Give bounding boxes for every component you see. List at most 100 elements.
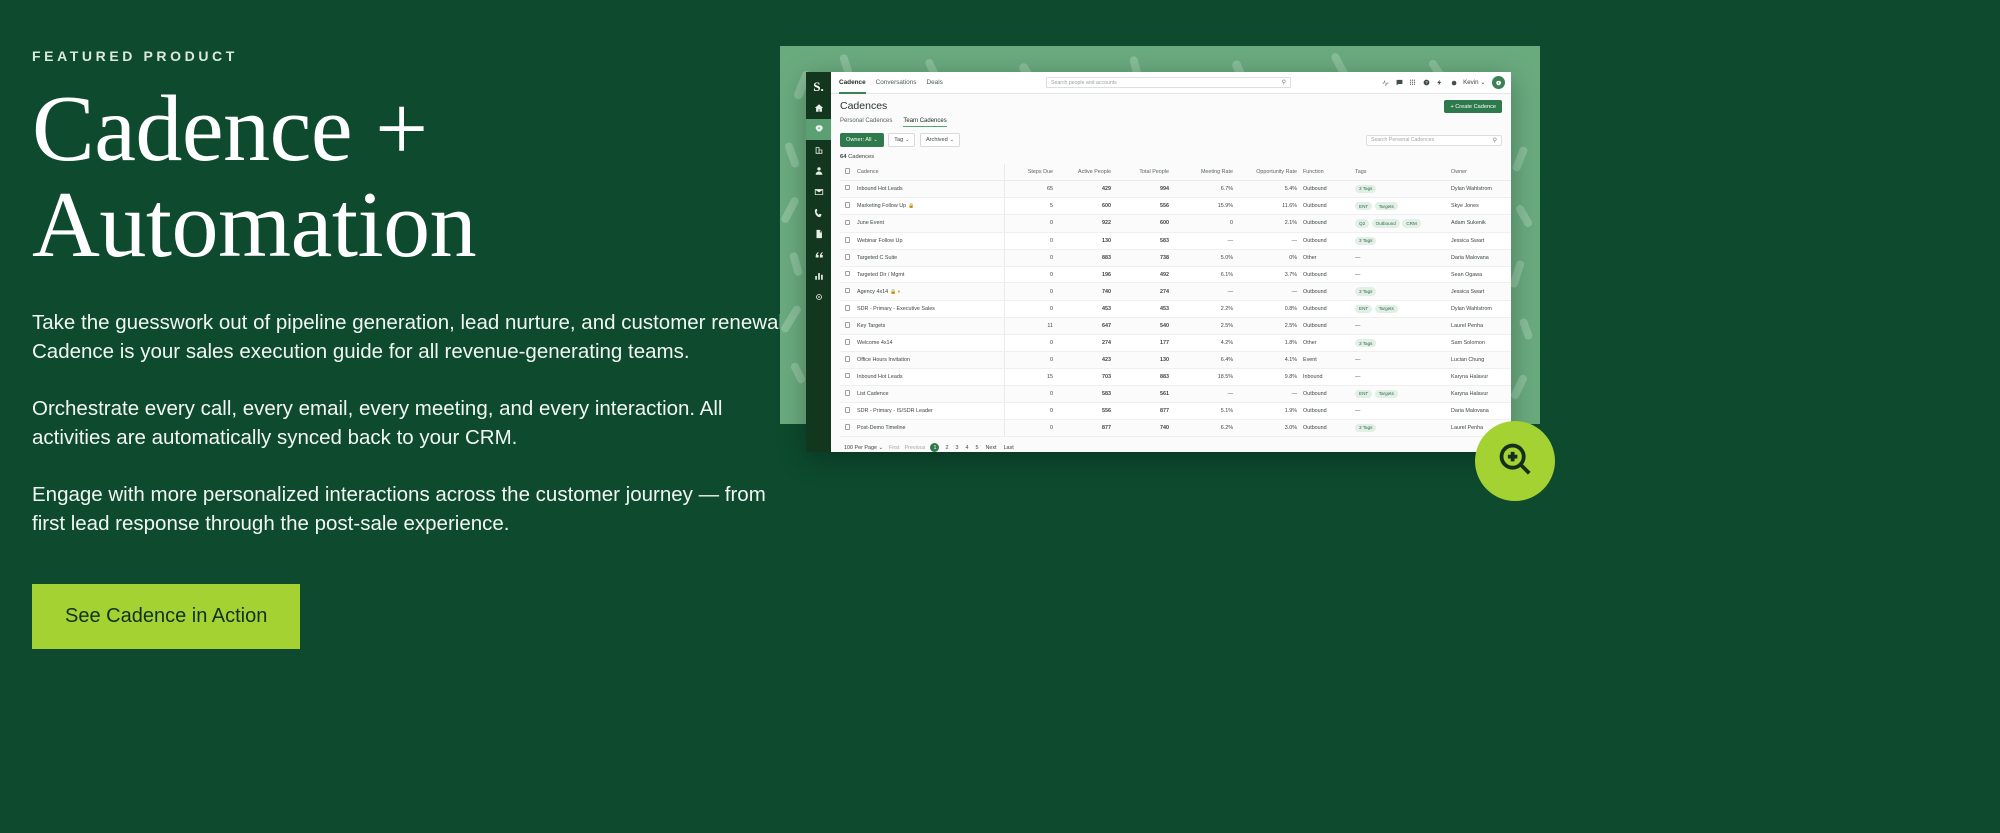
sidebar-item-templates[interactable] bbox=[806, 224, 831, 245]
header-select-all[interactable] bbox=[840, 164, 854, 181]
checkbox-icon[interactable] bbox=[844, 184, 851, 191]
cell-cadence-name[interactable]: Targeted Dir / Mgmt bbox=[854, 266, 1004, 284]
per-page-select[interactable]: 100 Per Page ⌄ bbox=[843, 445, 884, 451]
cell-cadence-name[interactable]: Inbound Hot Leads bbox=[854, 180, 1004, 198]
checkbox-icon[interactable] bbox=[844, 407, 851, 413]
cell-cadence-name[interactable]: Marketing Follow Up 🔒 bbox=[854, 197, 1004, 216]
zoom-badge-button[interactable] bbox=[1475, 421, 1555, 501]
header-opportunity-rate[interactable]: Opportunity Rate bbox=[1236, 164, 1300, 181]
settings-icon[interactable] bbox=[1450, 79, 1457, 86]
table-row[interactable]: Inbound Hot Leads 15 703 883 18.5% 9.8% Inboun… bbox=[840, 368, 1511, 386]
filter-tag[interactable]: Tag ⌄ bbox=[888, 133, 916, 147]
cell-cadence-name[interactable]: SDR - Primary - IS/SDR Leader bbox=[854, 402, 1004, 420]
tag-badge[interactable]: Targets bbox=[1374, 389, 1398, 398]
row-checkbox-cell[interactable] bbox=[840, 197, 854, 216]
user-menu[interactable]: Kevin ⌄ bbox=[1463, 79, 1485, 86]
tag-badge[interactable]: Targets bbox=[1374, 304, 1398, 314]
tag-badge[interactable]: Q2 bbox=[1355, 219, 1370, 228]
table-row[interactable]: Marketing Follow Up 🔒 5 600 556 15.9% 11.6% Out… bbox=[840, 197, 1511, 216]
tag-badge[interactable]: 3 Tags bbox=[1355, 184, 1377, 193]
header-cadence[interactable]: Cadence bbox=[854, 164, 1004, 181]
cell-cadence-name[interactable]: Targeted C Suite bbox=[854, 249, 1004, 267]
checkbox-icon[interactable] bbox=[844, 287, 851, 294]
sidebar-item-cadence[interactable] bbox=[806, 119, 831, 140]
cell-cadence-name[interactable]: List Cadence bbox=[854, 385, 1004, 403]
avatar[interactable] bbox=[1492, 76, 1505, 89]
table-row[interactable]: Post-Demo Timeline 0 877 740 6.2% 3.0% Outboun… bbox=[840, 419, 1511, 438]
table-row[interactable]: Targeted Dir / Mgmt 0 196 492 6.1% 3.7% Outbou… bbox=[840, 266, 1511, 284]
row-checkbox-cell[interactable] bbox=[840, 351, 854, 369]
row-checkbox-cell[interactable] bbox=[840, 249, 854, 267]
tag-badge[interactable]: ENT bbox=[1355, 389, 1373, 398]
row-checkbox-cell[interactable] bbox=[840, 300, 854, 319]
table-row[interactable]: Inbound Hot Leads 65 429 994 6.7% 5.4% Outboun… bbox=[840, 180, 1511, 198]
table-row[interactable]: Targeted C Suite 0 883 738 5.0% 0% Other — Daria… bbox=[840, 249, 1511, 267]
sidebar-item-home[interactable] bbox=[806, 98, 831, 119]
cell-cadence-name[interactable]: June Event bbox=[854, 214, 1004, 233]
pagination-first[interactable]: First bbox=[889, 445, 899, 451]
cell-cadence-name[interactable]: SDR - Primary - Executive Sales bbox=[854, 300, 1004, 319]
table-row[interactable]: June Event 0 922 600 0 2.1% Outbound Q2 Outbound… bbox=[840, 214, 1511, 233]
table-row[interactable]: Key Targets 11 647 540 2.5% 2.5% Outbound — Laur… bbox=[840, 317, 1511, 335]
checkbox-icon[interactable] bbox=[844, 372, 851, 379]
cell-cadence-name[interactable]: Inbound Hot Leads bbox=[854, 368, 1004, 386]
cell-cadence-name[interactable]: Post-Demo Timeline bbox=[854, 419, 1004, 438]
tab-cadence[interactable]: Cadence bbox=[839, 72, 866, 94]
header-meeting-rate[interactable]: Meeting Rate bbox=[1172, 164, 1236, 181]
global-search-input[interactable]: Search people and accounts ⚲ bbox=[1046, 77, 1291, 88]
help-icon[interactable]: ? bbox=[1423, 79, 1430, 86]
row-checkbox-cell[interactable] bbox=[840, 232, 854, 251]
checkbox-icon[interactable] bbox=[844, 390, 851, 396]
checkbox-icon[interactable] bbox=[844, 219, 851, 226]
row-checkbox-cell[interactable] bbox=[840, 317, 854, 335]
sidebar-item-email[interactable] bbox=[806, 182, 831, 203]
checkbox-icon[interactable] bbox=[844, 168, 851, 174]
pagination-page-3[interactable]: 3 bbox=[954, 445, 959, 451]
table-row[interactable]: Agency 4x14 🔒● 0 740 274— — Outbound 3 Tags Jess… bbox=[840, 282, 1511, 301]
sidebar-item-targets[interactable] bbox=[806, 287, 831, 308]
see-cadence-in-action-button[interactable]: See Cadence in Action bbox=[32, 584, 301, 650]
row-checkbox-cell[interactable] bbox=[840, 214, 854, 233]
cell-cadence-name[interactable]: Key Targets bbox=[854, 317, 1004, 335]
pagination-next[interactable]: Next bbox=[984, 445, 997, 451]
tag-badge[interactable]: ENT bbox=[1355, 304, 1373, 314]
sidebar-item-snippets[interactable] bbox=[806, 245, 831, 266]
row-checkbox-cell[interactable] bbox=[840, 385, 854, 403]
row-checkbox-cell[interactable] bbox=[840, 180, 854, 198]
sidebar-item-reports[interactable] bbox=[806, 266, 831, 287]
pagination-page-4[interactable]: 4 bbox=[964, 445, 969, 451]
tab-deals[interactable]: Deals bbox=[927, 72, 943, 94]
dialer-icon[interactable] bbox=[1409, 79, 1416, 86]
checkbox-icon[interactable] bbox=[844, 237, 851, 243]
tag-badge[interactable]: 3 Tags bbox=[1355, 338, 1377, 348]
subtab-personal-cadences[interactable]: Personal Cadences bbox=[840, 118, 892, 127]
tag-badge[interactable]: 3 Tags bbox=[1355, 236, 1377, 245]
lightning-icon[interactable] bbox=[1436, 79, 1443, 86]
tag-badge[interactable]: 3 Tags bbox=[1355, 287, 1377, 296]
table-row[interactable]: SDR - Primary - IS/SDR Leader 0 556 877 5.1%… bbox=[840, 402, 1511, 420]
tag-badge[interactable]: Targets bbox=[1374, 201, 1398, 211]
table-row[interactable]: Office Hours Invitation 0 423 130 6.4% 4.1% Ev… bbox=[840, 351, 1511, 369]
tag-badge[interactable]: Outbound bbox=[1371, 219, 1400, 228]
header-steps-due[interactable]: Steps Due bbox=[1003, 164, 1056, 181]
checkbox-icon[interactable] bbox=[844, 339, 851, 345]
cell-cadence-name[interactable]: Office Hours Invitation bbox=[854, 351, 1004, 369]
pagination-previous[interactable]: Previous bbox=[904, 445, 925, 451]
checkbox-icon[interactable] bbox=[844, 356, 851, 362]
filter-owner[interactable]: Owner: All ⌄ bbox=[840, 133, 884, 147]
tag-badge[interactable]: ENT bbox=[1355, 201, 1373, 211]
pagination-page-2[interactable]: 2 bbox=[944, 445, 949, 451]
cell-cadence-name[interactable]: Welcome 4x14 bbox=[854, 334, 1004, 353]
row-checkbox-cell[interactable] bbox=[840, 334, 854, 353]
header-tags[interactable]: Tags bbox=[1352, 164, 1448, 181]
tag-badge[interactable]: 3 Tags bbox=[1355, 423, 1377, 432]
table-row[interactable]: Welcome 4x14 0 274 177 4.2% 1.8% Other 3 Tags Sa… bbox=[840, 334, 1511, 353]
checkbox-icon[interactable] bbox=[844, 305, 851, 311]
checkbox-icon[interactable] bbox=[844, 202, 851, 208]
chat-icon[interactable] bbox=[1396, 79, 1403, 86]
pagination-page-5[interactable]: 5 bbox=[974, 445, 979, 451]
cadence-search-input[interactable]: Search Personal Cadences ⚲ bbox=[1366, 134, 1502, 146]
filter-archived[interactable]: Archived ⌄ bbox=[919, 133, 960, 147]
sidebar-item-calls[interactable] bbox=[806, 203, 831, 224]
header-total-people[interactable]: Total People bbox=[1114, 164, 1172, 181]
